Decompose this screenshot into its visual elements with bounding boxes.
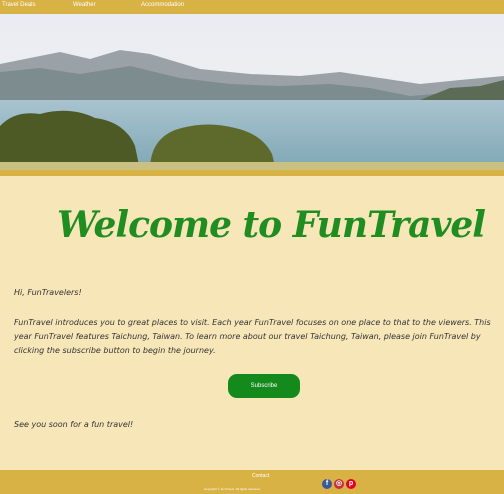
nav-link-weather[interactable]: Weather xyxy=(73,2,96,8)
footer: Contact Copyright © FunTravel. All right… xyxy=(0,470,504,494)
pinterest-icon[interactable]: p xyxy=(346,479,356,489)
hero-image xyxy=(0,14,504,170)
subscribe-button[interactable]: Subscribe xyxy=(228,374,300,398)
nav-link-travel-deals[interactable]: Travel Deals xyxy=(2,2,35,8)
closing-text: See you soon for a fun travel! xyxy=(14,420,134,429)
footer-copyright: Copyright © FunTravel. All rights reserv… xyxy=(204,487,261,491)
footer-contact-link[interactable]: Contact xyxy=(252,473,269,479)
hero-border xyxy=(0,170,504,176)
intro-paragraph: FunTravel introduces you to great places… xyxy=(14,318,491,355)
instagram-icon[interactable]: ◎ xyxy=(334,479,344,489)
page-title: Welcome to FunTravel xyxy=(57,204,486,246)
nav-link-accommodation[interactable]: Accommodation xyxy=(141,2,184,8)
facebook-icon[interactable]: f xyxy=(322,479,332,489)
top-navigation: Travel Deals Weather Accommodation xyxy=(0,0,504,14)
lake-landscape-image xyxy=(0,14,504,170)
greeting-text: Hi, FunTravelers! xyxy=(14,288,82,297)
